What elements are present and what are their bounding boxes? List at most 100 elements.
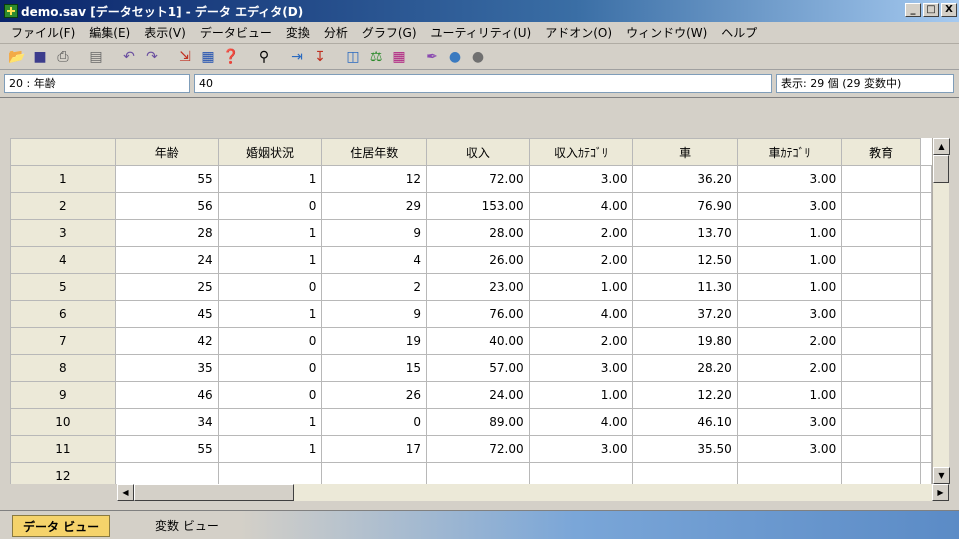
data-cell[interactable]: 2.00 <box>528 327 634 355</box>
use-sets-icon[interactable]: ● <box>444 47 466 67</box>
menu-data[interactable]: データビュー <box>193 24 279 41</box>
print-icon[interactable]: ⎙ <box>52 47 74 67</box>
data-cell[interactable]: 12.20 <box>632 381 738 409</box>
data-cell[interactable] <box>217 462 323 484</box>
data-cell[interactable]: 37.20 <box>632 300 738 328</box>
data-cell[interactable]: 1.00 <box>736 381 843 409</box>
row-number[interactable]: 12 <box>10 462 116 484</box>
spss-app-icon[interactable] <box>4 4 18 18</box>
menu-edit[interactable]: 編集(E) <box>82 24 137 41</box>
data-cell[interactable]: 3.00 <box>528 435 634 463</box>
data-cell[interactable]: 1.00 <box>528 273 634 301</box>
data-cell[interactable]: 56 <box>114 192 219 220</box>
data-cell[interactable] <box>841 327 921 355</box>
data-cell[interactable]: 25 <box>114 273 219 301</box>
insert-variable-icon[interactable]: ↧ <box>309 47 331 67</box>
tab-data-view[interactable]: データ ビュー <box>12 515 111 537</box>
data-cell[interactable]: 0 <box>217 327 323 355</box>
data-cell[interactable]: 76.00 <box>426 300 530 328</box>
data-cell[interactable]: 19.80 <box>632 327 738 355</box>
data-cell[interactable]: 3.00 <box>736 408 843 436</box>
data-cell[interactable]: 3.00 <box>528 354 634 382</box>
data-cell[interactable]: 2 <box>321 273 428 301</box>
row-number[interactable]: 1 <box>10 165 116 193</box>
data-cell[interactable]: 1.00 <box>528 381 634 409</box>
column-header[interactable]: 婚姻状況 <box>217 138 323 166</box>
scroll-left-icon[interactable]: ◀ <box>117 484 134 501</box>
column-header[interactable]: 住居年数 <box>321 138 428 166</box>
data-cell[interactable]: 89.00 <box>426 408 530 436</box>
data-cell[interactable] <box>841 273 921 301</box>
empty-cell[interactable] <box>920 435 932 463</box>
data-cell[interactable]: 0 <box>217 273 323 301</box>
data-cell[interactable] <box>426 462 530 484</box>
empty-cell[interactable] <box>920 327 932 355</box>
data-cell[interactable]: 3.00 <box>736 192 843 220</box>
column-header[interactable]: 収入ｶﾃｺﾞﾘ <box>528 138 634 166</box>
data-cell[interactable]: 0 <box>217 192 323 220</box>
data-cell[interactable]: 11.30 <box>632 273 738 301</box>
menu-file[interactable]: ファイル(F) <box>4 24 82 41</box>
empty-cell[interactable] <box>920 462 932 484</box>
empty-cell[interactable] <box>920 219 932 247</box>
row-number[interactable]: 10 <box>10 408 116 436</box>
data-cell[interactable]: 26.00 <box>426 246 530 274</box>
data-cell[interactable] <box>841 192 921 220</box>
empty-cell[interactable] <box>920 165 932 193</box>
data-cell[interactable] <box>736 462 843 484</box>
data-cell[interactable]: 13.70 <box>632 219 738 247</box>
data-cell[interactable]: 28 <box>114 219 219 247</box>
undo-icon[interactable]: ↶ <box>118 47 140 67</box>
data-cell[interactable]: 29 <box>321 192 428 220</box>
data-cell[interactable]: 19 <box>321 327 428 355</box>
data-cell[interactable]: 4 <box>321 246 428 274</box>
data-cell[interactable]: 4.00 <box>528 408 634 436</box>
data-cell[interactable]: 2.00 <box>528 246 634 274</box>
row-number[interactable]: 4 <box>10 246 116 274</box>
data-cell[interactable]: 45 <box>114 300 219 328</box>
scroll-right-icon[interactable]: ▶ <box>932 484 949 501</box>
data-cell[interactable] <box>841 219 921 247</box>
data-cell[interactable]: 12 <box>321 165 428 193</box>
data-cell[interactable]: 24.00 <box>426 381 530 409</box>
empty-cell[interactable] <box>920 354 932 382</box>
data-cell[interactable]: 34 <box>114 408 219 436</box>
column-header[interactable]: 年齢 <box>114 138 219 166</box>
data-cell[interactable] <box>841 354 921 382</box>
find-icon[interactable]: ⚲ <box>253 47 275 67</box>
vertical-scroll-thumb[interactable] <box>933 155 949 183</box>
column-header[interactable]: 収入 <box>426 138 530 166</box>
data-cell[interactable]: 1 <box>217 300 323 328</box>
split-file-icon[interactable]: ◫ <box>342 47 364 67</box>
data-cell[interactable] <box>528 462 634 484</box>
data-cell[interactable]: 4.00 <box>528 300 634 328</box>
data-cell[interactable]: 72.00 <box>426 435 530 463</box>
data-cell[interactable]: 2.00 <box>736 354 843 382</box>
row-number[interactable]: 9 <box>10 381 116 409</box>
tab-variable-view[interactable]: 変数 ビュー <box>145 515 229 537</box>
data-cell[interactable]: 55 <box>114 165 219 193</box>
save-icon[interactable]: ■ <box>29 47 51 67</box>
empty-cell[interactable] <box>920 246 932 274</box>
select-cases-icon[interactable]: ▦ <box>388 47 410 67</box>
data-cell[interactable]: 1.00 <box>736 273 843 301</box>
data-cell[interactable]: 3.00 <box>736 300 843 328</box>
data-cell[interactable]: 72.00 <box>426 165 530 193</box>
data-cell[interactable]: 36.20 <box>632 165 738 193</box>
data-cell[interactable]: 26 <box>321 381 428 409</box>
weight-cases-icon[interactable]: ⚖ <box>365 47 387 67</box>
redo-icon[interactable]: ↷ <box>141 47 163 67</box>
data-cell[interactable]: 1 <box>217 408 323 436</box>
data-cell[interactable]: 9 <box>321 300 428 328</box>
scroll-up-icon[interactable]: ▲ <box>933 138 950 155</box>
data-cell[interactable]: 46.10 <box>632 408 738 436</box>
row-number[interactable]: 7 <box>10 327 116 355</box>
data-cell[interactable]: 35 <box>114 354 219 382</box>
column-header[interactable]: 教育 <box>841 138 921 166</box>
menu-help[interactable]: ヘルプ <box>714 24 764 41</box>
data-cell[interactable] <box>841 462 921 484</box>
row-number[interactable]: 2 <box>10 192 116 220</box>
data-cell[interactable]: 2.00 <box>736 327 843 355</box>
data-cell[interactable]: 1 <box>217 246 323 274</box>
menu-analyze[interactable]: 分析 <box>317 24 355 41</box>
